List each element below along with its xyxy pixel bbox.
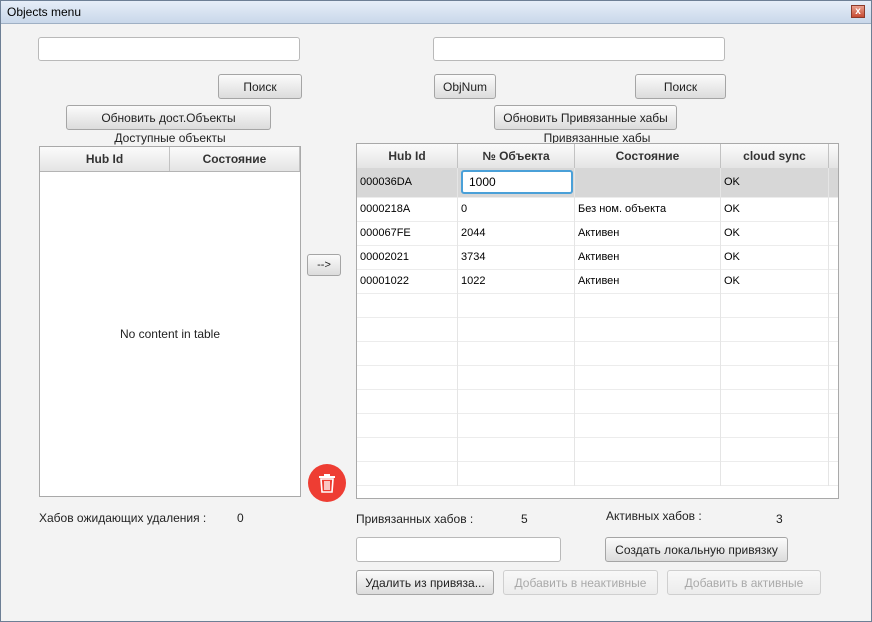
objnum-button[interactable]: ObjNum (434, 74, 496, 99)
column-object-number[interactable]: № Объекта (458, 144, 575, 168)
right-search-button[interactable]: Поиск (635, 74, 726, 99)
cell-state (575, 168, 721, 198)
close-button[interactable]: x (851, 5, 865, 18)
refresh-available-button[interactable]: Обновить дост.Объекты (66, 105, 271, 130)
empty-row (357, 438, 838, 462)
linked-hubs-count-label: Привязанных хабов : (356, 512, 474, 526)
cell-cloud-sync: OK (721, 246, 829, 270)
table-row[interactable]: 000036DA OK 1000 (357, 168, 838, 198)
objects-menu-window: Objects menu x Поиск Обновить дост.Объек… (0, 0, 872, 622)
column-state[interactable]: Состояние (170, 147, 300, 171)
cell-hub-id: 0000218A (357, 198, 458, 222)
cell-object-number: 2044 (458, 222, 575, 246)
cell-object-number: 0 (458, 198, 575, 222)
left-search-input[interactable] (38, 37, 300, 61)
table-header: Hub Id Состояние (40, 147, 300, 172)
cell-hub-id: 000067FE (357, 222, 458, 246)
object-number-edit-field[interactable]: 1000 (461, 170, 573, 194)
empty-row (357, 462, 838, 486)
table-row[interactable]: 0000218A 0 Без ном. объекта OK (357, 198, 838, 222)
cell-state: Активен (575, 270, 721, 294)
title-bar: Objects menu x (1, 1, 871, 24)
delete-button[interactable] (308, 464, 346, 502)
empty-table-text: No content in table (119, 327, 221, 341)
add-to-inactive-button[interactable]: Добавить в неактивные (503, 570, 658, 595)
cell-hub-id: 000036DA (357, 168, 458, 198)
cell-object-number: 3734 (458, 246, 575, 270)
empty-row (357, 390, 838, 414)
table-row[interactable]: 00001022 1022 Активен OK (357, 270, 838, 294)
left-search-button[interactable]: Поиск (218, 74, 302, 99)
cell-state: Без ном. объекта (575, 198, 721, 222)
available-objects-label: Доступные объекты (114, 131, 226, 145)
window-title: Objects menu (7, 5, 82, 19)
column-hub-id[interactable]: Hub Id (40, 147, 170, 171)
column-hub-id[interactable]: Hub Id (357, 144, 458, 168)
refresh-linked-button[interactable]: Обновить Привязанные хабы (494, 105, 677, 130)
empty-row (357, 366, 838, 390)
right-search-input[interactable] (433, 37, 725, 61)
cell-object-number: 1022 (458, 270, 575, 294)
empty-row (357, 294, 838, 318)
trash-icon (319, 474, 335, 493)
cell-cloud-sync: OK (721, 270, 829, 294)
pending-deletion-count: 0 (237, 511, 244, 525)
cell-state: Активен (575, 246, 721, 270)
empty-row (357, 414, 838, 438)
cell-hub-id: 00001022 (357, 270, 458, 294)
available-objects-table[interactable]: Hub Id Состояние No content in table (39, 146, 301, 497)
cell-cloud-sync: OK (721, 222, 829, 246)
table-header: Hub Id № Объекта Состояние cloud sync (357, 144, 838, 169)
empty-row (357, 342, 838, 366)
cell-state: Активен (575, 222, 721, 246)
table-row[interactable]: 000067FE 2044 Активен OK (357, 222, 838, 246)
linked-hubs-table[interactable]: Hub Id № Объекта Состояние cloud sync 00… (356, 143, 839, 499)
cell-cloud-sync: OK (721, 168, 829, 198)
empty-row (357, 318, 838, 342)
active-hubs-count: 3 (776, 512, 783, 526)
column-state[interactable]: Состояние (575, 144, 721, 168)
remove-binding-button[interactable]: Удалить из привяза... (356, 570, 494, 595)
local-binding-input[interactable] (356, 537, 561, 562)
pending-deletion-label: Хабов ожидающих удаления : (39, 511, 207, 525)
active-hubs-count-label: Активных хабов : (606, 509, 702, 523)
add-to-active-button[interactable]: Добавить в активные (667, 570, 821, 595)
create-local-binding-button[interactable]: Создать локальную привязку (605, 537, 788, 562)
linked-hubs-count: 5 (521, 512, 528, 526)
cell-cloud-sync: OK (721, 198, 829, 222)
table-row[interactable]: 00002021 3734 Активен OK (357, 246, 838, 270)
transfer-button[interactable]: --> (307, 254, 341, 276)
cell-hub-id: 00002021 (357, 246, 458, 270)
column-cloud-sync[interactable]: cloud sync (721, 144, 829, 168)
